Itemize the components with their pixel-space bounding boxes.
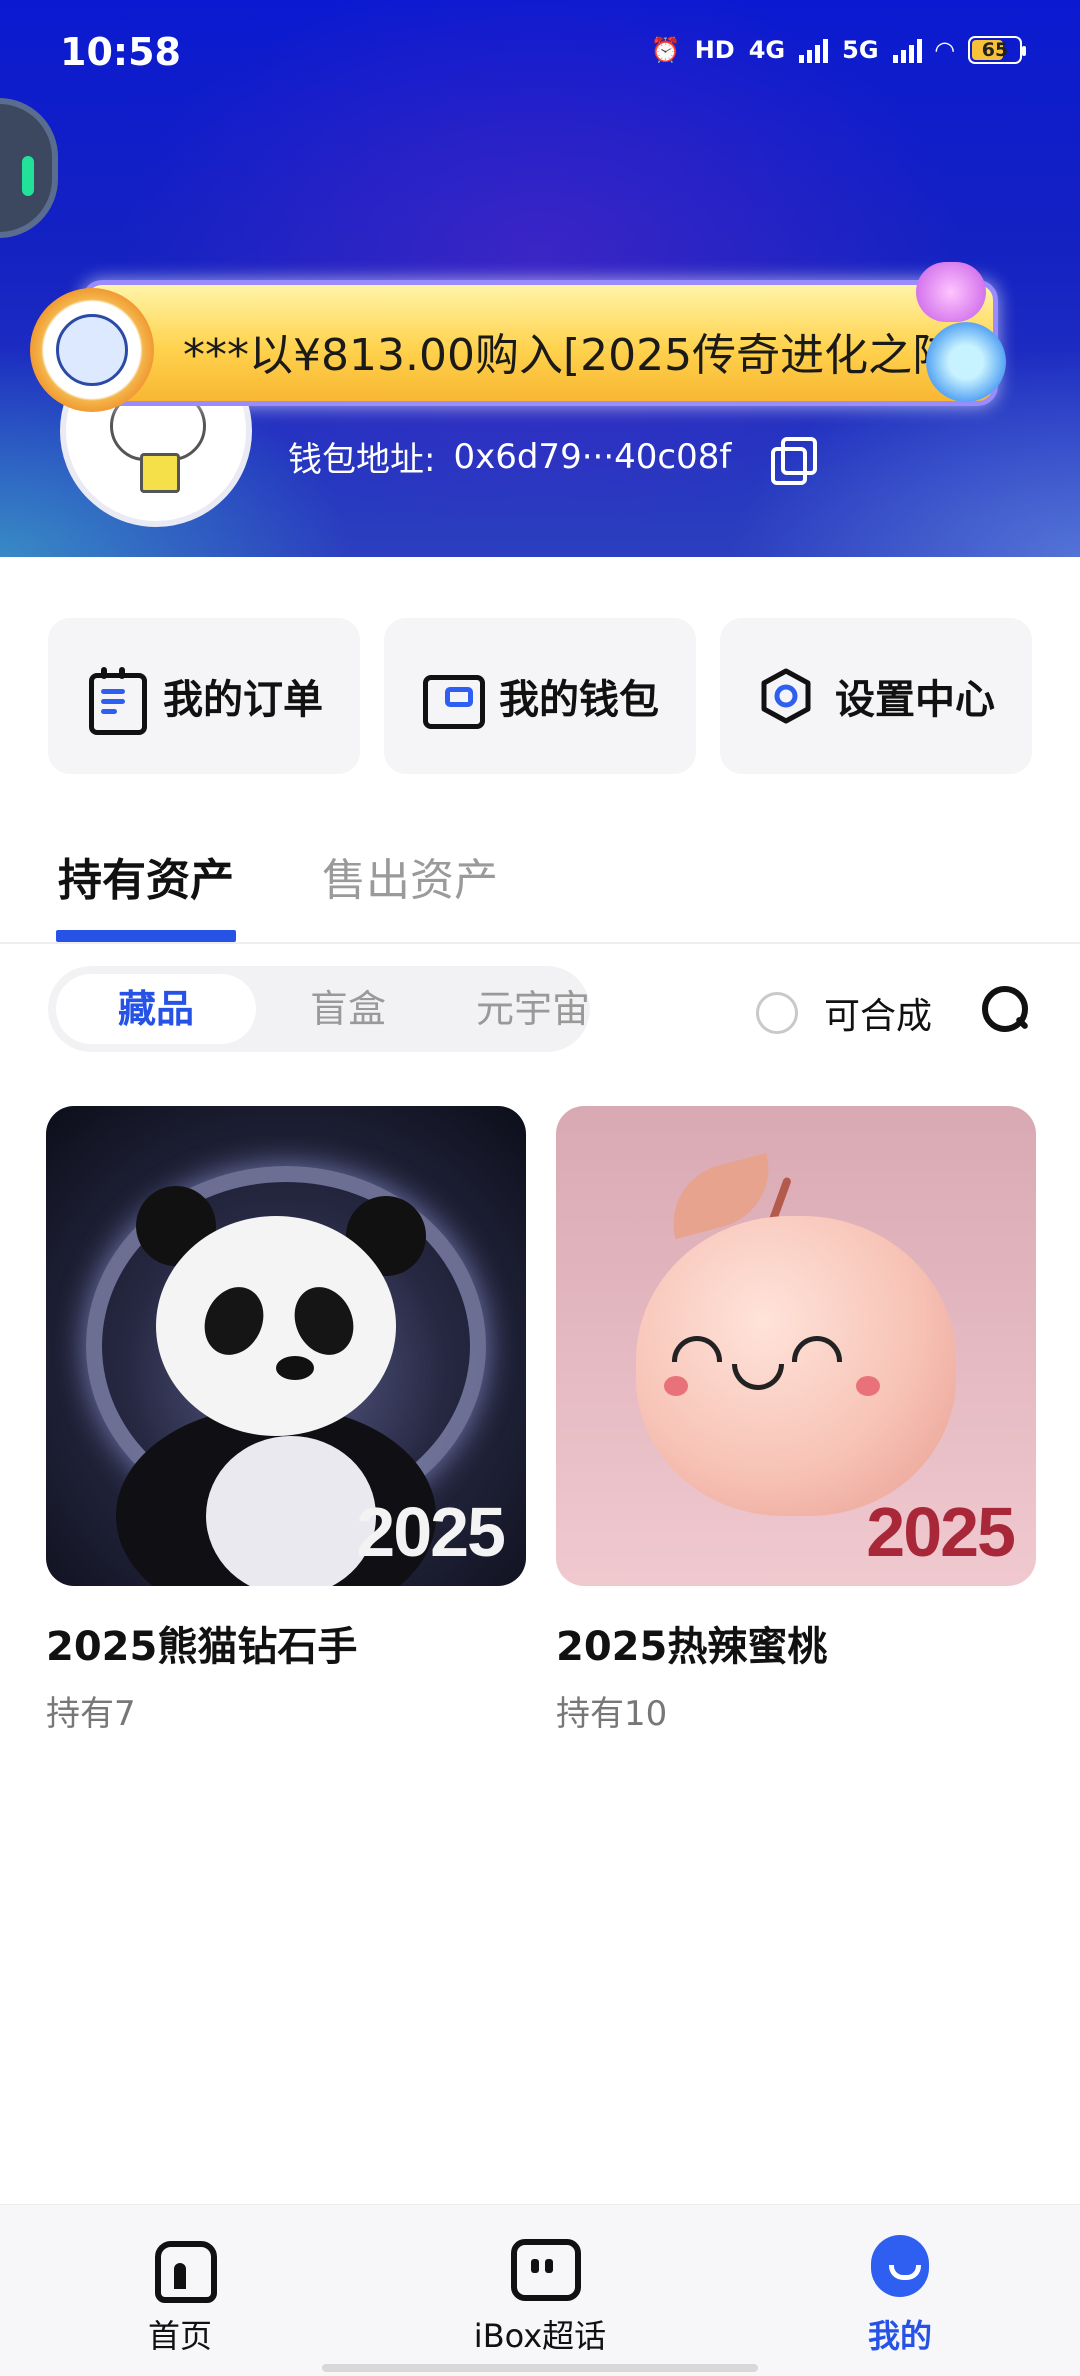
home-indicator[interactable] [322,2364,758,2372]
segment-metaverse[interactable]: 元宇宙 [438,974,628,1044]
segment-collectibles[interactable]: 藏品 [56,974,256,1044]
wifi-icon: ◠ [935,36,954,64]
copy-icon[interactable] [771,436,818,485]
battery-level: 65 [981,39,1009,61]
battery-icon: 65 [968,36,1026,64]
card-hold-count: 持有10 [556,1694,668,1734]
home-icon [149,2235,217,2303]
collectible-image: 2025 [556,1106,1036,1586]
wallet-address-row: 钱包地址: 0x6d79···40c08f [288,432,818,485]
settings-center-button[interactable]: 设置中心 [720,618,1032,774]
nav-label: 首页 [147,2317,212,2355]
card-year-label: 2025 [866,1493,1016,1571]
card-year-label: 2025 [356,1493,506,1571]
network-4g-label: 4G [748,36,786,64]
segment-blind-box[interactable]: 盲盒 [258,974,438,1044]
wallet-icon [421,667,485,729]
wallet-label: 钱包地址: [288,440,436,480]
signal-icon [799,37,829,63]
collectible-card[interactable]: 2025 2025熊猫钻石手 持有7 [46,1106,526,1735]
nav-label: iBox超话 [473,2317,607,2355]
nav-ibox-topics[interactable]: iBox超话 [440,2235,640,2357]
alarm-icon: ⏰ [650,36,681,64]
purchase-ticker: ***以¥813.00购入[2025传奇进化之阵] [82,280,998,406]
my-orders-button[interactable]: 我的订单 [48,618,360,774]
synthesizable-radio[interactable] [756,992,798,1034]
floating-bubble[interactable] [0,98,58,238]
asset-tabs: 持有资产 售出资产 [0,820,1080,944]
card-title: 2025熊猫钻石手 [46,1624,358,1670]
network-5g-label: 5G [842,36,879,64]
status-time: 10:58 [60,30,181,74]
active-tab-indicator [56,930,236,942]
profile-icon [869,2235,931,2297]
medal-icon [30,288,154,412]
bottom-nav: 首页 iBox超话 我的 [0,2204,1080,2376]
status-icons: ⏰ HD 4G 5G ◠ 65 [650,36,1026,64]
collectible-image: 2025 [46,1106,526,1586]
shortcut-label: 我的钱包 [499,677,659,723]
chat-icon [509,2235,581,2301]
synthesizable-filter[interactable]: 可合成 [756,987,932,1039]
order-icon [85,667,147,735]
status-bar: 10:58 ⏰ HD 4G 5G ◠ 65 [0,0,1080,115]
card-title: 2025热辣蜜桃 [556,1624,828,1670]
heart-decoration-icon [906,262,1026,412]
card-hold-count: 持有7 [46,1694,136,1734]
hd-icon: HD [694,36,735,64]
gear-icon [757,667,815,725]
tab-sold-assets[interactable]: 售出资产 [322,844,498,908]
shortcut-row: 我的订单 我的钱包 设置中心 [48,618,1032,774]
profile-header: 10:58 ⏰ HD 4G 5G ◠ 65 钱包地址: 0x6d79···40c… [0,0,1080,557]
ticker-text: ***以¥813.00购入[2025传奇进化之阵] [183,330,974,381]
nav-me[interactable]: 我的 [800,2235,1000,2357]
collectible-card[interactable]: 2025 2025热辣蜜桃 持有10 [556,1106,1036,1735]
synthesizable-label: 可合成 [824,996,933,1037]
search-icon[interactable] [982,986,1030,1034]
signal-icon [892,37,922,63]
wallet-address: 0x6d79···40c08f [453,436,732,477]
shortcut-label: 设置中心 [835,677,995,723]
shortcut-label: 我的订单 [163,677,323,723]
my-wallet-button[interactable]: 我的钱包 [384,618,696,774]
nav-label: 我的 [867,2317,932,2355]
tab-held-assets[interactable]: 持有资产 [58,844,234,908]
nav-home[interactable]: 首页 [80,2235,280,2357]
category-segmented-control: 藏品 盲盒 元宇宙 [48,966,590,1052]
